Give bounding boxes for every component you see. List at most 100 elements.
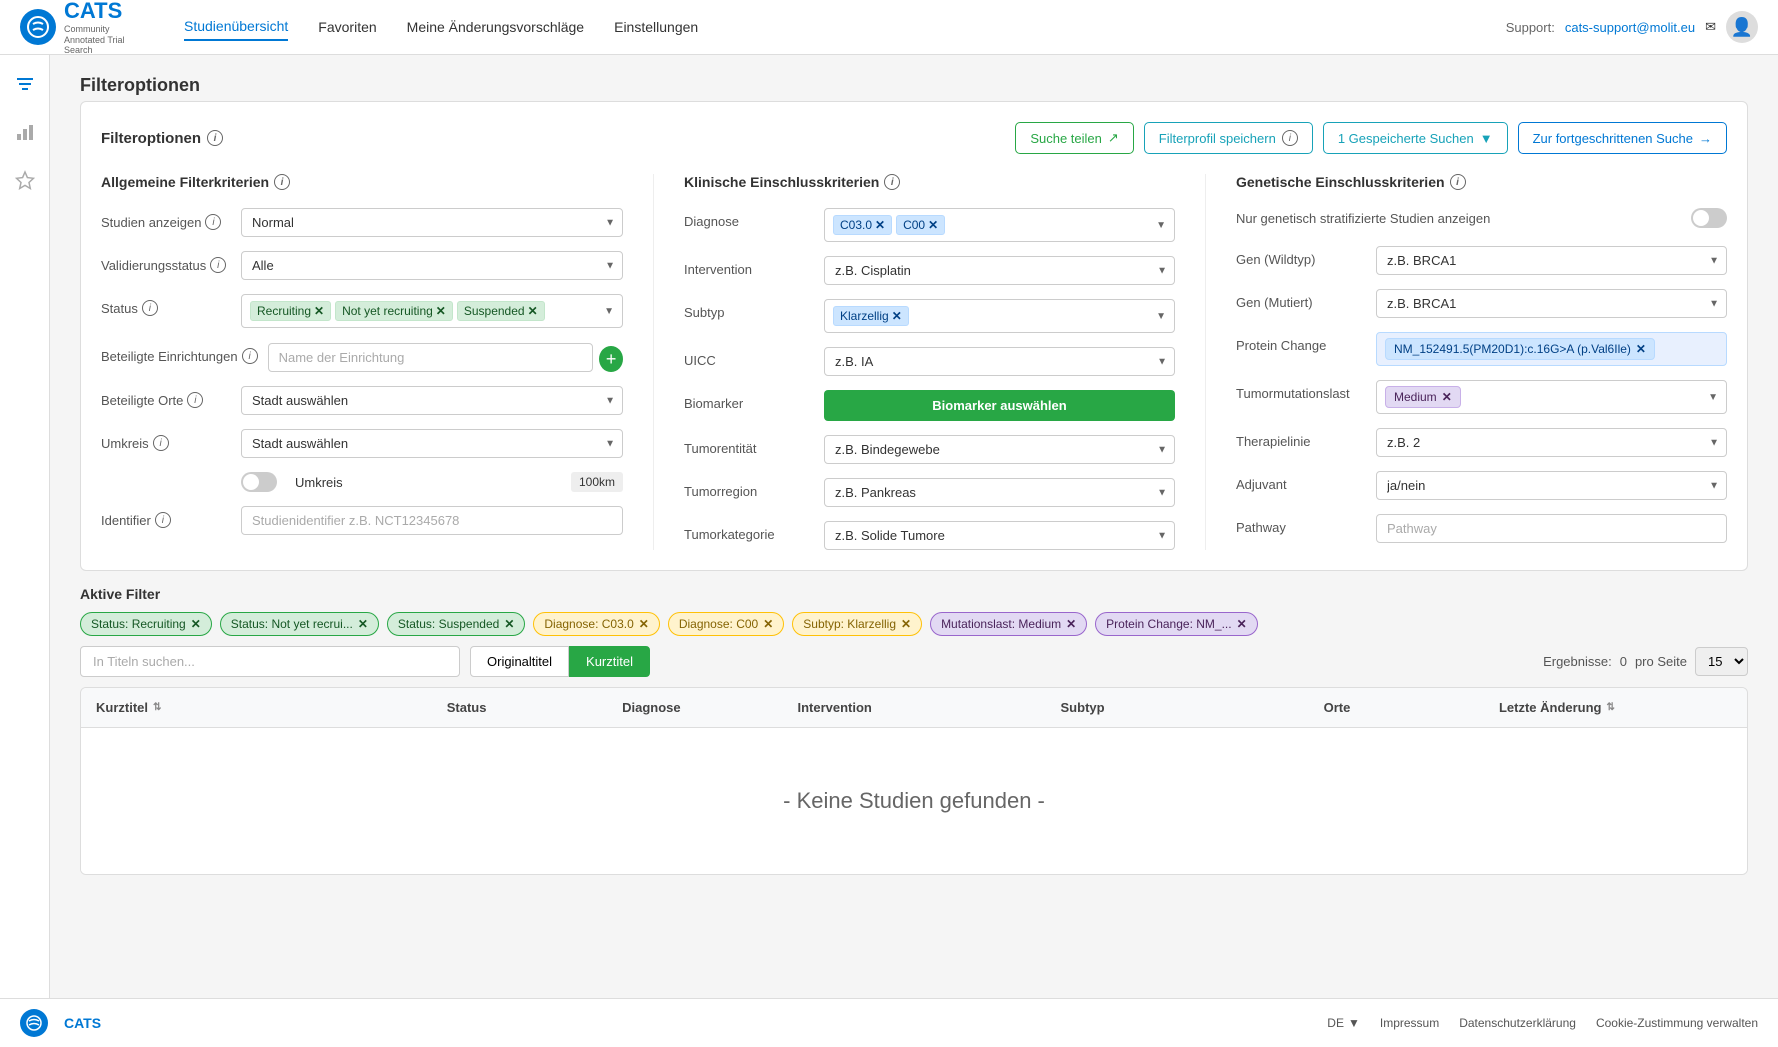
- save-profile-info-icon[interactable]: i: [1282, 130, 1298, 146]
- subtyp-tag-klarzellig-close[interactable]: ✕: [892, 309, 902, 323]
- subtyp-dropdown-arrow[interactable]: ▼: [1156, 311, 1166, 322]
- chip-suspended-close[interactable]: ✕: [504, 617, 514, 631]
- diagnose-tag-c00-close[interactable]: ✕: [928, 218, 938, 232]
- einrichtungen-row: Beteiligte Einrichtungen i +: [101, 342, 623, 372]
- status-dropdown-arrow[interactable]: ▼: [604, 306, 614, 317]
- per-page-label: pro Seite: [1635, 654, 1687, 669]
- active-chip-mutationslast[interactable]: Mutationslast: Medium ✕: [930, 612, 1087, 636]
- sidebar-item-filter[interactable]: [11, 70, 39, 98]
- share-search-button[interactable]: Suche teilen ↗: [1015, 122, 1133, 154]
- umkreis-info-icon[interactable]: i: [153, 435, 169, 451]
- clinical-filter-col: Klinische Einschlusskriterien i Diagnose…: [653, 174, 1175, 550]
- tab-kurztitel[interactable]: Kurztitel: [569, 646, 650, 677]
- col-letzte-anderung[interactable]: Letzte Änderung ⇅: [1484, 688, 1747, 727]
- language-selector[interactable]: DE ▼: [1327, 1016, 1360, 1030]
- tumorentitaet-select[interactable]: z.B. Bindegewebe: [824, 435, 1175, 464]
- active-chip-diagnose-c030[interactable]: Diagnose: C03.0 ✕: [533, 612, 659, 636]
- footer-link-datenschutz[interactable]: Datenschutzerklärung: [1459, 1016, 1576, 1030]
- identifier-info-icon[interactable]: i: [155, 512, 171, 528]
- therapielinie-select[interactable]: z.B. 2: [1376, 428, 1727, 457]
- status-info-icon[interactable]: i: [142, 300, 158, 316]
- nav-favoriten[interactable]: Favoriten: [318, 14, 376, 40]
- status-tag-not-yet-close[interactable]: ✕: [436, 304, 446, 318]
- advanced-search-button[interactable]: Zur fortgeschrittenen Suche →: [1518, 122, 1727, 154]
- adjuvant-select[interactable]: ja/nein: [1376, 471, 1727, 500]
- active-chip-not-yet[interactable]: Status: Not yet recrui... ✕: [220, 612, 379, 636]
- studien-anzeigen-info-icon[interactable]: i: [205, 214, 221, 230]
- orte-select[interactable]: Stadt auswählen: [241, 386, 623, 415]
- active-chip-suspended[interactable]: Status: Suspended ✕: [387, 612, 525, 636]
- chip-diagnose-c00-close[interactable]: ✕: [763, 617, 773, 631]
- genetic-toggle[interactable]: [1691, 208, 1727, 228]
- save-profile-button[interactable]: Filterprofil speichern i: [1144, 122, 1313, 154]
- genetic-filter-col: Genetische Einschlusskriterien i Nur gen…: [1205, 174, 1727, 550]
- tumormutationslast-dropdown-arrow[interactable]: ▼: [1708, 392, 1718, 403]
- einrichtungen-input[interactable]: [268, 343, 594, 372]
- tumorkategorie-select[interactable]: z.B. Solide Tumore: [824, 521, 1175, 550]
- subtyp-tag-select[interactable]: Klarzellig ✕ ▼: [824, 299, 1175, 333]
- protein-change-tag-close[interactable]: ✕: [1636, 342, 1646, 356]
- diagnose-dropdown-arrow[interactable]: ▼: [1156, 220, 1166, 231]
- tumormutationslast-tag-select[interactable]: Medium ✕ ▼: [1376, 380, 1727, 414]
- einrichtungen-info-icon[interactable]: i: [242, 348, 258, 364]
- intervention-select[interactable]: z.B. Cisplatin: [824, 256, 1175, 285]
- genetic-filter-info-icon[interactable]: i: [1450, 174, 1466, 190]
- footer-link-cookie[interactable]: Cookie-Zustimmung verwalten: [1596, 1016, 1758, 1030]
- chip-recruiting-close[interactable]: ✕: [191, 617, 201, 631]
- nav-einstellungen[interactable]: Einstellungen: [614, 14, 698, 40]
- chip-subtyp-close[interactable]: ✕: [901, 617, 911, 631]
- saved-searches-button[interactable]: 1 Gespeicherte Suchen ▼: [1323, 122, 1508, 154]
- tab-originaltitel[interactable]: Originaltitel: [470, 646, 569, 677]
- status-tag-recruiting-close[interactable]: ✕: [314, 304, 324, 318]
- diagnose-tag-c030: C03.0 ✕: [833, 215, 892, 235]
- gen-mutiert-select[interactable]: z.B. BRCA1: [1376, 289, 1727, 318]
- umkreis-toggle[interactable]: [241, 472, 277, 492]
- identifier-input[interactable]: [241, 506, 623, 535]
- per-page-select[interactable]: 15: [1695, 647, 1748, 676]
- umkreis-select[interactable]: Stadt auswählen: [241, 429, 623, 458]
- tumormutationslast-tag-close[interactable]: ✕: [1442, 390, 1452, 404]
- gen-wildtyp-select[interactable]: z.B. BRCA1: [1376, 246, 1727, 275]
- footer-link-impressum[interactable]: Impressum: [1380, 1016, 1439, 1030]
- uicc-label: UICC: [684, 347, 814, 368]
- status-tag-select[interactable]: Recruiting ✕ Not yet recruiting ✕ Suspen…: [241, 294, 623, 328]
- biomarker-select-button[interactable]: Biomarker auswählen: [824, 390, 1175, 421]
- adjuvant-label: Adjuvant: [1236, 471, 1366, 492]
- logo[interactable]: CATS Community Annotated Trial Search: [20, 0, 144, 56]
- chip-diagnose-c030-close[interactable]: ✕: [639, 617, 649, 631]
- main-content: Filteroptionen Filteroptionen i Suche te…: [50, 55, 1778, 998]
- pathway-input[interactable]: [1376, 514, 1727, 543]
- active-chip-protein-change[interactable]: Protein Change: NM_... ✕: [1095, 612, 1257, 636]
- support-email[interactable]: cats-support@molit.eu: [1565, 20, 1695, 35]
- status-row: Status i Recruiting ✕ Not yet recruiting…: [101, 294, 623, 328]
- active-chip-subtyp[interactable]: Subtyp: Klarzellig ✕: [792, 612, 922, 636]
- einrichtungen-add-button[interactable]: +: [599, 346, 623, 372]
- orte-info-icon[interactable]: i: [187, 392, 203, 408]
- nav-studienubersicht[interactable]: Studienübersicht: [184, 13, 288, 41]
- clinical-filter-info-icon[interactable]: i: [884, 174, 900, 190]
- diagnose-tag-c030-close[interactable]: ✕: [875, 218, 885, 232]
- pathway-row: Pathway: [1236, 514, 1727, 543]
- tumorregion-select[interactable]: z.B. Pankreas: [824, 478, 1175, 507]
- validierungsstatus-select[interactable]: Alle: [241, 251, 623, 280]
- studien-anzeigen-select[interactable]: Normal: [241, 208, 623, 237]
- chip-protein-change-close[interactable]: ✕: [1237, 617, 1247, 631]
- protein-change-tag-select[interactable]: NM_152491.5(PM20D1):c.16G>A (p.Val6Ile) …: [1376, 332, 1727, 366]
- diagnose-tag-select[interactable]: C03.0 ✕ C00 ✕ ▼: [824, 208, 1175, 242]
- col-kurztitel[interactable]: Kurztitel ⇅: [81, 688, 432, 727]
- chip-mutationslast-close[interactable]: ✕: [1066, 617, 1076, 631]
- active-chip-recruiting[interactable]: Status: Recruiting ✕: [80, 612, 212, 636]
- sidebar-item-chart[interactable]: [11, 118, 39, 146]
- validierungsstatus-row: Validierungsstatus i Alle: [101, 251, 623, 280]
- filter-options-info-icon[interactable]: i: [207, 130, 223, 146]
- sidebar-item-star[interactable]: [11, 166, 39, 194]
- nav-anderungsvorschlage[interactable]: Meine Änderungsvorschläge: [407, 14, 584, 40]
- validierungsstatus-info-icon[interactable]: i: [210, 257, 226, 273]
- status-tag-suspended-close[interactable]: ✕: [528, 304, 538, 318]
- title-search-input[interactable]: [80, 646, 460, 677]
- active-chip-diagnose-c00[interactable]: Diagnose: C00 ✕: [668, 612, 784, 636]
- general-filter-info-icon[interactable]: i: [274, 174, 290, 190]
- user-avatar[interactable]: 👤: [1726, 11, 1758, 43]
- uicc-select[interactable]: z.B. IA: [824, 347, 1175, 376]
- chip-not-yet-close[interactable]: ✕: [358, 617, 368, 631]
